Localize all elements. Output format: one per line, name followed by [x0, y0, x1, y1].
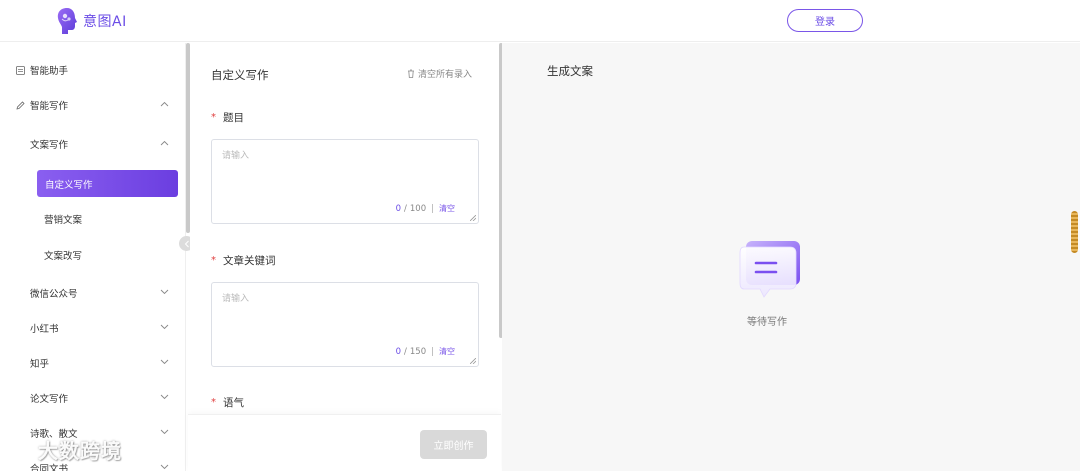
clear-all-button[interactable]: 清空所有录入	[407, 67, 472, 80]
char-counter: 0 / 100 | 清空	[396, 203, 455, 214]
char-count-current: 0	[395, 346, 402, 357]
sidebar-item-copywriting[interactable]: 文案写作	[30, 137, 68, 151]
sidebar-item-zhihu[interactable]: 知乎	[30, 356, 49, 370]
form-footer: 立即创作	[188, 414, 501, 471]
drag-handle[interactable]	[1071, 211, 1078, 253]
char-count-divider: /	[404, 203, 407, 214]
brain-logo-icon	[57, 8, 77, 34]
char-counter: 0 / 150 | 清空	[396, 346, 455, 357]
form-panel: 自定义写作 清空所有录入 * 题目 请输入 0 / 100 | 清空 * 文章关…	[190, 43, 501, 471]
trash-icon	[408, 69, 414, 78]
char-count-current: 0	[395, 203, 402, 214]
sidebar-item-label: 智能写作	[30, 101, 69, 112]
watermark: 大数跨境	[6, 435, 122, 464]
sidebar-item-label: 文案改写	[44, 251, 83, 262]
watermark-text: 大数跨境	[38, 439, 122, 463]
clear-field-button[interactable]: 清空	[439, 346, 455, 357]
logo[interactable]: 意图AI	[55, 6, 127, 36]
chevron-up-icon[interactable]	[160, 101, 169, 107]
sidebar-item-paper[interactable]: 论文写作	[30, 391, 68, 405]
keywords-input-placeholder: 请输入	[222, 294, 250, 304]
char-count-max: 150	[409, 346, 427, 357]
resize-handle-icon[interactable]	[470, 215, 476, 221]
required-mark: *	[211, 112, 216, 123]
waiting-text: 等待写作	[747, 317, 787, 328]
field-label-title: * 题目	[211, 110, 244, 125]
top-header: 意图AI 登录	[0, 0, 1080, 42]
logo-text: 意图AI	[83, 14, 127, 30]
doc-icon	[16, 65, 25, 75]
sidebar-item-label: 小红书	[30, 324, 59, 335]
chevron-down-icon[interactable]	[160, 289, 169, 295]
chevron-down-icon[interactable]	[160, 324, 169, 330]
chevron-down-icon[interactable]	[160, 394, 169, 400]
form-title: 自定义写作	[211, 68, 269, 82]
clear-field-button[interactable]: 清空	[439, 203, 455, 214]
field-label-tone: * 语气	[211, 395, 244, 410]
chevron-up-icon[interactable]	[160, 140, 169, 146]
sidebar-item-assistant[interactable]: 智能助手	[16, 63, 68, 77]
sidebar-item-label: 文案写作	[30, 140, 69, 151]
sidebar-item-marketing[interactable]: 营销文案	[44, 212, 82, 226]
chevron-down-icon[interactable]	[160, 429, 169, 435]
result-title: 生成文案	[547, 64, 593, 78]
sidebar-item-xiaohongshu[interactable]: 小红书	[30, 321, 59, 335]
sidebar-item-label: 智能助手	[30, 66, 69, 77]
keywords-input[interactable]: 请输入 0 / 150 | 清空	[211, 282, 479, 367]
field-label-text: 题目	[223, 112, 244, 124]
title-input[interactable]: 请输入 0 / 100 | 清空	[211, 139, 479, 224]
field-label-text: 文章关键词	[223, 255, 276, 267]
resize-handle-icon[interactable]	[470, 358, 476, 364]
login-button[interactable]: 登录	[787, 9, 863, 32]
chevron-left-icon	[184, 240, 189, 247]
required-mark: *	[211, 397, 216, 408]
sidebar-item-label: 知乎	[30, 359, 50, 370]
char-count-divider: /	[404, 346, 407, 357]
char-count-max: 100	[409, 203, 427, 214]
chat-bubble-icon	[739, 241, 800, 298]
title-input-placeholder: 请输入	[222, 151, 250, 161]
chevron-down-icon[interactable]	[160, 464, 169, 470]
clear-all-label: 清空所有录入	[418, 70, 473, 80]
divider: |	[431, 203, 434, 214]
divider: |	[431, 346, 434, 357]
sidebar-item-wechat[interactable]: 微信公众号	[30, 286, 78, 300]
pencil-icon	[16, 100, 25, 110]
sidebar-item-writing[interactable]: 智能写作	[16, 98, 68, 112]
chevron-down-icon[interactable]	[160, 359, 169, 365]
result-panel: 生成文案 等待写作	[502, 43, 1080, 471]
sidebar-item-label: 营销文案	[44, 215, 83, 226]
create-now-button[interactable]: 立即创作	[420, 430, 487, 459]
sidebar-item-label: 微信公众号	[30, 289, 78, 300]
required-mark: *	[211, 255, 216, 266]
sidebar-item-rewrite[interactable]: 文案改写	[44, 248, 82, 262]
sidebar-item-custom-writing[interactable]: 自定义写作	[37, 170, 178, 197]
sidebar-item-label: 论文写作	[30, 394, 69, 405]
field-label-text: 语气	[223, 397, 244, 409]
field-label-keywords: * 文章关键词	[211, 253, 276, 268]
sidebar: 智能助手 智能写作 文案写作 自定义写作 营销文案 文案改写 微信公众号 小红书…	[0, 43, 186, 471]
watermark-logo-icon	[8, 441, 33, 459]
